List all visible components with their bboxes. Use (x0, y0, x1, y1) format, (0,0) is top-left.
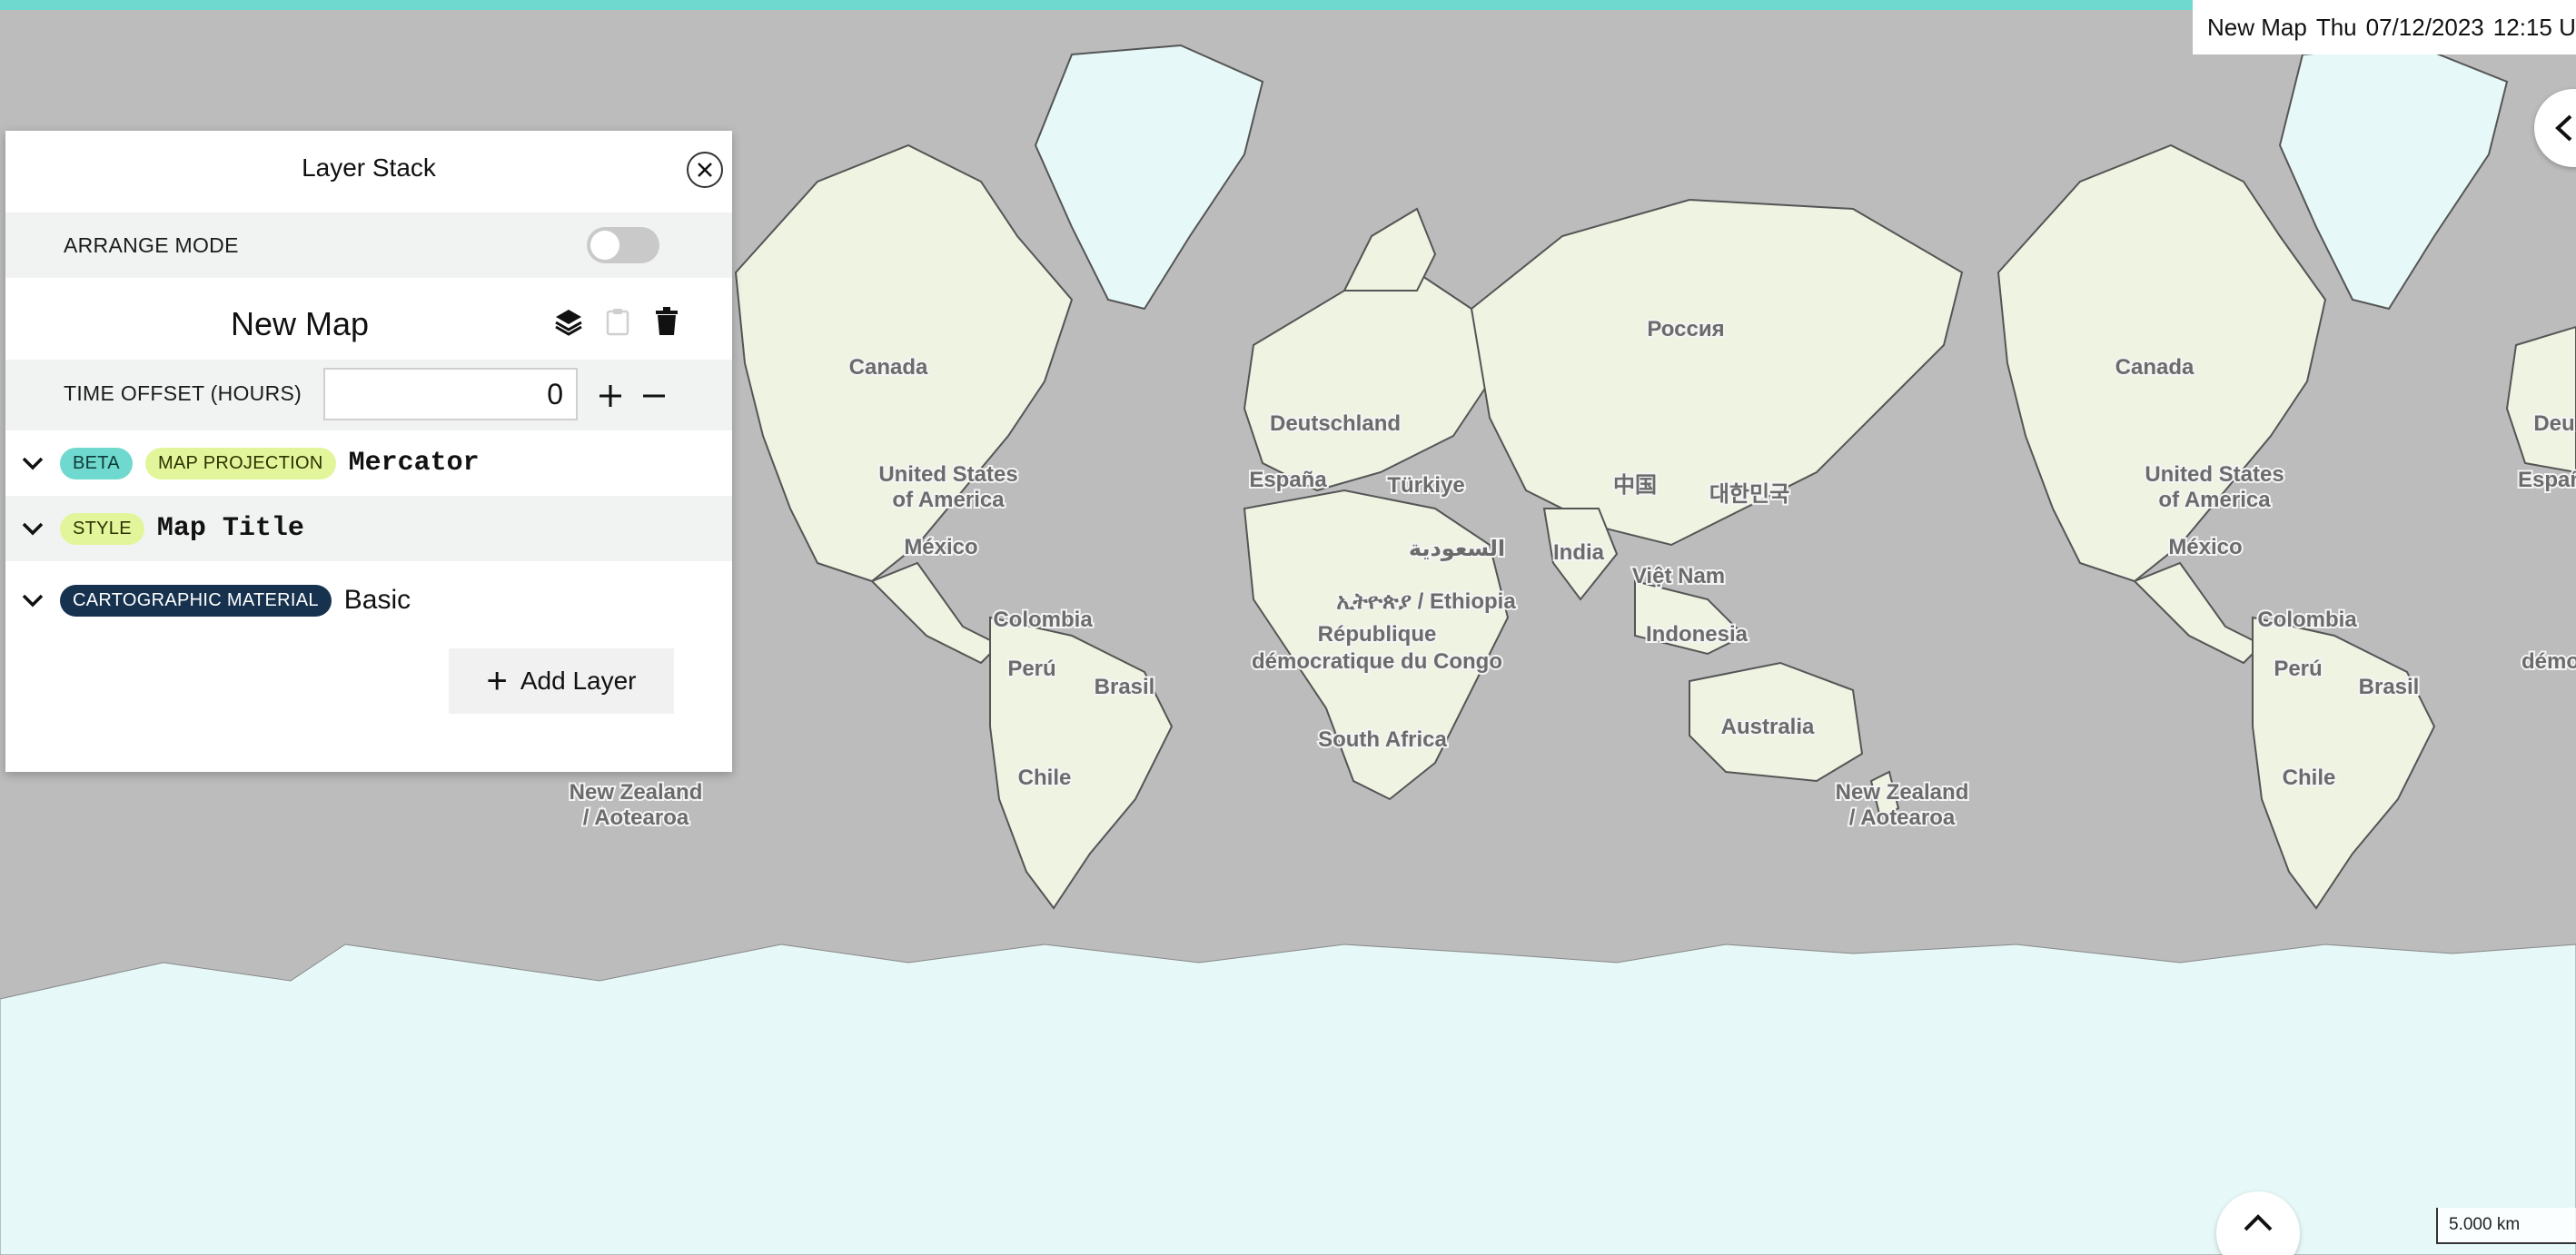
label-mexico-right: México (2168, 535, 2242, 559)
label-nz-left-1: New Zealand (570, 780, 703, 805)
projection-value: Mercator (348, 448, 480, 479)
layer-row-projection[interactable]: BETA MAP PROJECTION Mercator (5, 430, 732, 496)
trash-icon (656, 307, 678, 335)
cartographic-value: Basic (343, 585, 411, 615)
plus-icon (599, 385, 621, 407)
label-china: 中国 (1613, 473, 1657, 498)
panel-title: Layer Stack (302, 153, 436, 182)
title-map-name: New Map (2207, 13, 2307, 41)
label-saudi: السعودية (1409, 537, 1505, 561)
arrange-mode-row: ARRANGE MODE (5, 212, 732, 278)
label-colombia-right: Colombia (2257, 608, 2357, 632)
map-name-row: New Map (5, 285, 732, 360)
label-canada: Canada (849, 355, 928, 380)
panel-header: Layer Stack (5, 131, 732, 205)
scale-bar: 5.000 km (2436, 1208, 2576, 1244)
clipboard-button[interactable] (599, 303, 636, 340)
label-demo-short: démo (2522, 649, 2576, 674)
expand-layer-button[interactable] (18, 514, 47, 543)
top-accent-bar (0, 0, 2576, 10)
label-usa-right-1: United States (2145, 462, 2284, 487)
label-deu-short: Deu (2533, 411, 2574, 436)
plus-icon: + (486, 661, 508, 701)
cartographic-material-badge: CARTOGRAPHIC MATERIAL (60, 584, 332, 617)
delete-map-button[interactable] (649, 303, 685, 340)
style-badge: STYLE (60, 512, 144, 545)
label-south-africa: South Africa (1318, 727, 1447, 752)
chevron-down-icon (22, 457, 44, 470)
label-chile: Chile (1018, 766, 1072, 790)
expand-layer-button[interactable] (18, 449, 47, 478)
layer-stack-panel: Layer Stack ARRANGE MODE New Map TIME OF… (5, 131, 732, 772)
layers-icon (555, 310, 582, 336)
layers-button[interactable] (550, 303, 587, 340)
label-ethiopia: ኢትዮጵያ / Ethiopia (1336, 589, 1516, 614)
arrange-mode-label: ARRANGE MODE (64, 232, 239, 257)
label-colombia: Colombia (993, 608, 1093, 632)
antarctica (0, 944, 2576, 1255)
time-offset-increment-button[interactable] (592, 378, 629, 414)
add-layer-label: Add Layer (520, 667, 637, 695)
label-nz-2: / Aotearoa (1849, 805, 1956, 830)
label-drc-2: démocratique du Congo (1252, 649, 1502, 674)
clipboard-icon (606, 309, 629, 336)
style-value: Map Title (156, 513, 304, 544)
label-russia: Россия (1647, 317, 1724, 341)
title-time: 12:15 UT (2492, 13, 2576, 41)
label-usa-line1: United States (878, 462, 1017, 487)
arrange-mode-toggle[interactable] (587, 227, 659, 263)
add-layer-button[interactable]: + Add Layer (449, 648, 674, 714)
label-turkey: Türkiye (1387, 473, 1464, 498)
chevron-left-icon (2555, 114, 2572, 142)
beta-badge: BETA (60, 447, 133, 479)
layer-row-cartographic[interactable]: CARTOGRAPHIC MATERIAL Basic (5, 561, 732, 639)
label-korea: 대한민국 (1709, 482, 1789, 507)
close-panel-button[interactable] (687, 152, 723, 188)
label-australia: Australia (1721, 715, 1815, 739)
label-brasil-right: Brasil (2359, 675, 2420, 699)
label-brasil: Brasil (1095, 675, 1155, 699)
time-offset-label: TIME OFFSET (HOURS) (64, 381, 302, 405)
label-drc-1: République (1318, 622, 1437, 647)
time-offset-input[interactable] (323, 368, 578, 420)
close-icon (698, 163, 712, 177)
label-india: India (1553, 540, 1605, 565)
label-vietnam: Việt Nam (1632, 564, 1725, 588)
label-nz-1: New Zealand (1836, 780, 1969, 805)
map-actions (550, 303, 685, 340)
label-chile-right: Chile (2283, 766, 2336, 790)
label-spain: España (1249, 468, 1327, 492)
label-mexico: México (904, 535, 977, 559)
time-offset-row: TIME OFFSET (HOURS) (5, 360, 732, 430)
label-usa-line2: of America (892, 488, 1005, 512)
chevron-down-icon (22, 522, 44, 536)
expand-layer-button[interactable] (18, 586, 47, 615)
label-nz-left-2: / Aotearoa (583, 805, 689, 830)
label-peru-right: Perú (2274, 657, 2322, 681)
label-esp-short: Españ (2518, 468, 2576, 492)
title-date: 07/12/2023 (2365, 13, 2484, 41)
label-germany: Deutschland (1270, 411, 1401, 436)
chevron-down-icon (22, 594, 44, 608)
map-app: Canada United States of America México C… (0, 0, 2576, 1255)
map-name: New Map (231, 305, 370, 342)
map-title-box: New Map Thu 07/12/2023 12:15 UT (2193, 0, 2576, 54)
toggle-knob (590, 231, 619, 260)
label-usa-right-2: of America (2158, 488, 2271, 512)
chevron-up-icon (2244, 1214, 2273, 1231)
time-offset-decrement-button[interactable] (636, 378, 672, 414)
map-projection-badge: MAP PROJECTION (144, 447, 336, 479)
minus-icon (643, 394, 665, 398)
layer-row-style[interactable]: STYLE Map Title (5, 496, 732, 561)
title-day: Thu (2315, 13, 2357, 41)
label-peru: Perú (1007, 657, 1055, 681)
label-indonesia: Indonesia (1646, 622, 1749, 647)
label-canada-right: Canada (2115, 355, 2195, 380)
